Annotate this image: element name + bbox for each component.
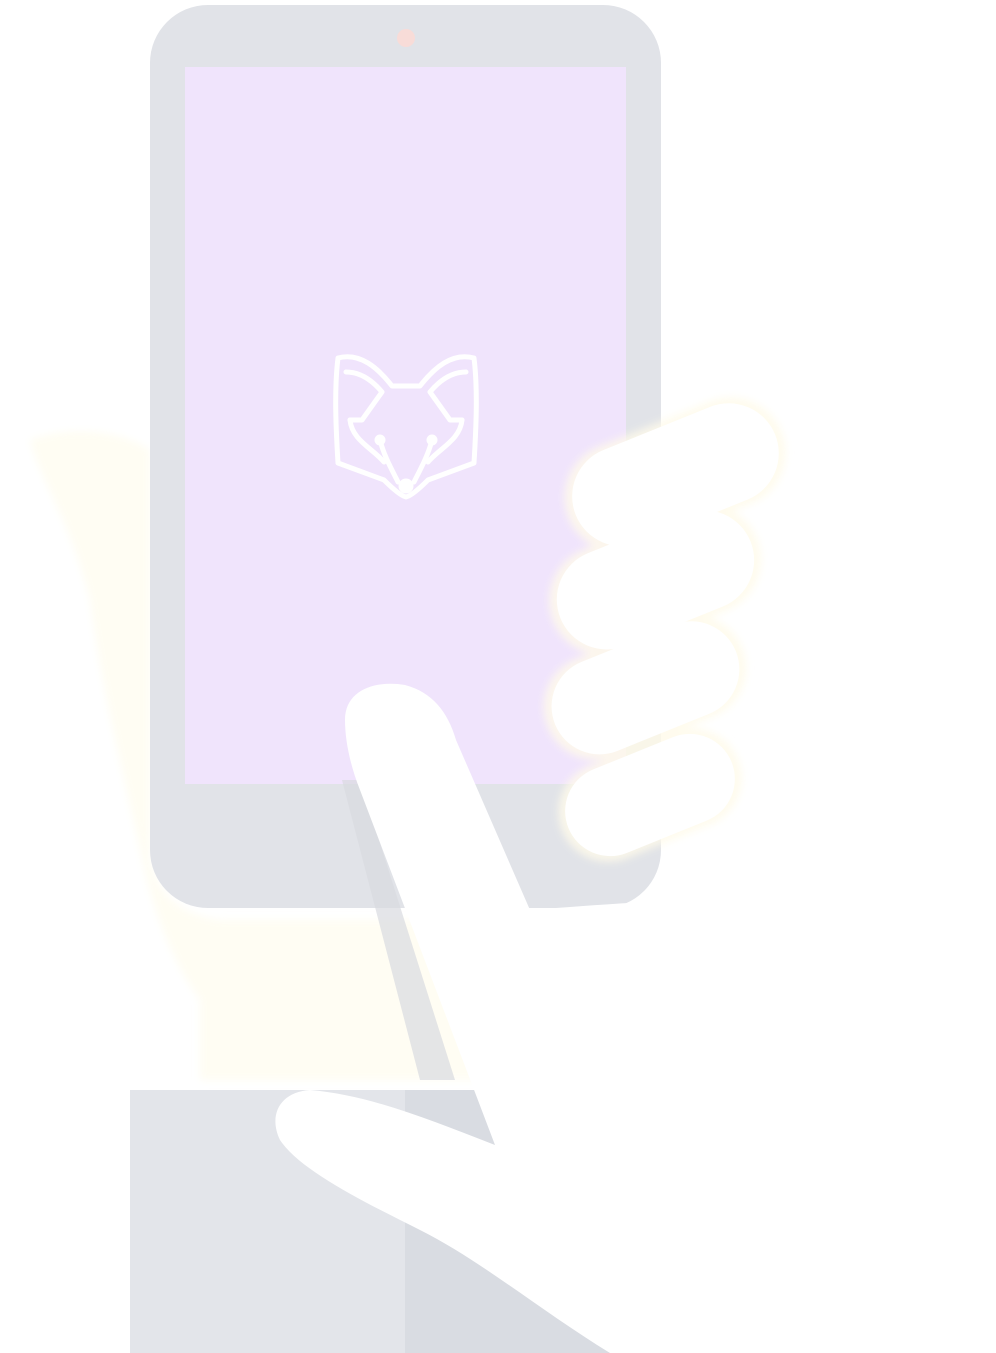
hand-holding-phone-illustration	[30, 5, 996, 1353]
front-camera	[397, 29, 415, 47]
